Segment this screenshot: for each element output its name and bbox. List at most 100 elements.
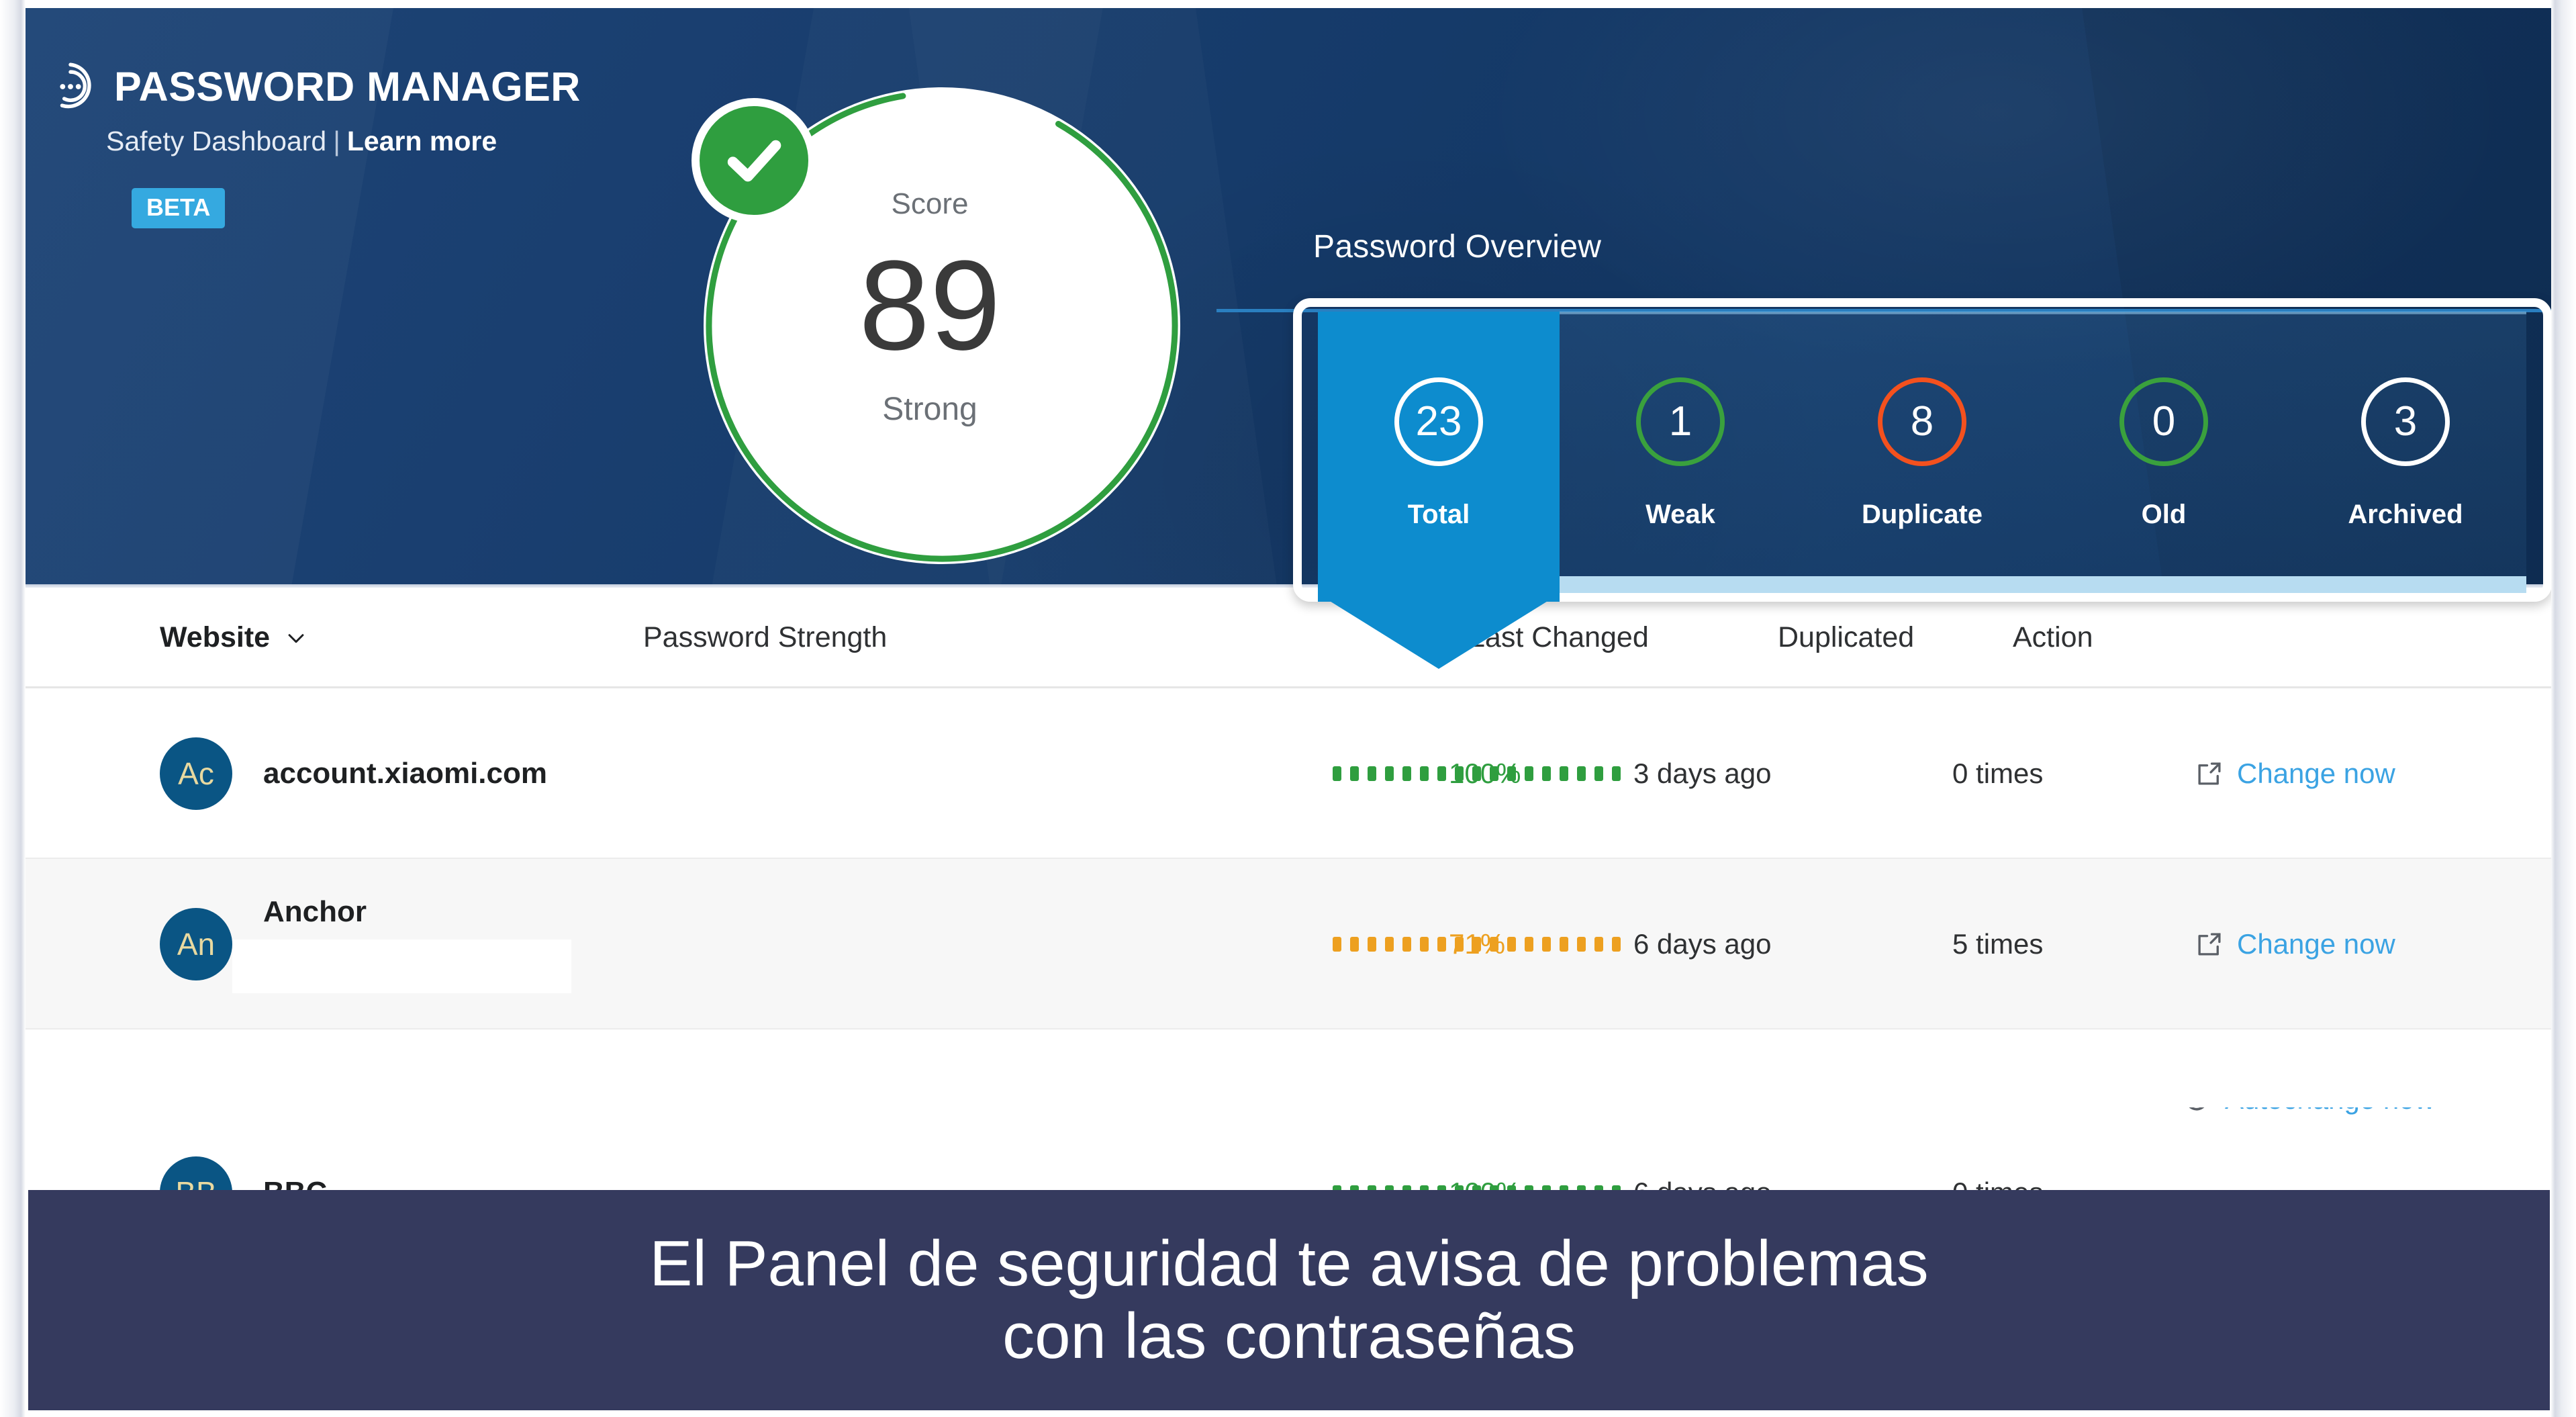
change-now-link[interactable]: Change now (2195, 928, 2395, 960)
site-name: account.xiaomi.com (263, 757, 548, 790)
password-dot (1560, 937, 1568, 952)
tab-duplicate-circle: 8 (1878, 377, 1966, 466)
brand: PASSWORD MANAGER (44, 60, 581, 113)
tab-weak-label: Weak (1645, 500, 1715, 529)
tab-total[interactable]: 23 Total (1318, 312, 1560, 594)
password-dot (1402, 937, 1411, 952)
table-row[interactable]: BB BBC 100% 6 days ago 0 times (26, 1107, 2551, 1190)
password-dot (1594, 766, 1603, 781)
screenshot-root: PASSWORD MANAGER Safety Dashboard | Learn … (0, 0, 2576, 1417)
password-dot (1525, 937, 1533, 952)
external-link-icon (2198, 933, 2221, 956)
row-website-cell: Ac account.xiaomi.com (26, 737, 643, 810)
site-block: BBC (232, 1176, 327, 1190)
duplicated-value: 0 times (1952, 758, 2044, 789)
password-dot (1350, 937, 1359, 952)
column-header-action: Action (2013, 621, 2093, 653)
avatar: An (160, 908, 232, 980)
password-dot (1542, 766, 1551, 781)
dashlane-dots-logo-icon (44, 60, 97, 113)
password-dot (1420, 1185, 1429, 1190)
password-dot (1560, 1185, 1568, 1190)
tab-weak-count: 1 (1668, 398, 1692, 445)
table-header-row: Website Password Strength Last Changed D… (26, 589, 2551, 688)
tab-weak-circle: 1 (1636, 377, 1725, 466)
password-dot (1577, 937, 1586, 952)
password-dot (1368, 937, 1376, 952)
password-dot (1612, 1185, 1621, 1190)
row-strength-cell (643, 925, 1621, 964)
change-now-label: Change now (2237, 758, 2395, 789)
safety-dashboard-label: Safety Dashboard (106, 126, 327, 156)
password-dot (1577, 1185, 1586, 1190)
tab-old[interactable]: 0 Old (2043, 312, 2285, 594)
autochange-now-link[interactable]: Autochange now (2182, 1107, 2435, 1115)
strength-percent: 100% (1449, 758, 1521, 789)
password-dot (1612, 937, 1621, 952)
password-dot (1420, 937, 1429, 952)
password-dot (1594, 937, 1603, 952)
password-overview-tabs: 23 Total 1 Weak 8 Duplicate 0 Old 3 Arch… (1318, 312, 2526, 594)
row-divider (26, 1028, 2551, 1030)
page-edge-left (0, 0, 26, 1417)
caption-line-2: con las contraseñas (1002, 1300, 1576, 1372)
password-dot (1437, 1185, 1446, 1190)
password-dot (1542, 1185, 1551, 1190)
password-dot (1333, 1185, 1341, 1190)
row-strength-cell (643, 1173, 1621, 1190)
password-dot (1577, 766, 1586, 781)
tab-total-count: 23 (1415, 398, 1462, 445)
tab-old-circle: 0 (2119, 377, 2208, 466)
caption-line-1: El Panel de seguridad te avisa de proble… (649, 1228, 1929, 1300)
tab-total-pointer (1318, 594, 1560, 669)
autochange-now-label: Autochange now (2225, 1107, 2435, 1115)
password-manager-app: PASSWORD MANAGER Safety Dashboard | Learn … (26, 8, 2551, 1190)
tab-total-label: Total (1407, 500, 1470, 529)
learn-more-link[interactable]: Learn more (347, 126, 497, 156)
safety-score-widget: Score 89 Strong (691, 75, 1188, 572)
duplicated-value: 0 times (1952, 1177, 2043, 1190)
table-row[interactable]: An Anchor 71% 6 days ago 5 times Change … (26, 859, 2551, 1030)
score-state: Strong (882, 392, 977, 427)
app-title: PASSWORD MANAGER (114, 63, 581, 109)
tab-weak[interactable]: 1 Weak (1560, 312, 1801, 594)
tab-duplicate[interactable]: 8 Duplicate (1801, 312, 2043, 594)
row-website-cell: An Anchor (26, 895, 643, 993)
password-dot (1437, 937, 1446, 952)
password-overview-title: Password Overview (1313, 229, 1602, 265)
password-dot (1385, 766, 1394, 781)
avatar: BB (160, 1156, 232, 1190)
password-dot (1368, 766, 1376, 781)
chevron-down-icon (288, 633, 304, 643)
tab-total-circle: 23 (1394, 377, 1483, 466)
change-now-link[interactable]: Change now (2195, 758, 2395, 790)
tab-old-count: 0 (2152, 398, 2176, 445)
last-changed-value: 3 days ago (1633, 758, 1772, 789)
tab-old-label: Old (2141, 500, 2187, 529)
row-strength-cell (643, 754, 1621, 793)
duplicated-value: 5 times (1952, 928, 2044, 960)
site-name: Anchor (263, 895, 367, 928)
column-header-website[interactable]: Website (26, 621, 643, 654)
external-link-icon (2198, 762, 2221, 785)
password-dot (1542, 937, 1551, 952)
password-dot (1612, 766, 1621, 781)
refresh-icon (2189, 1107, 2205, 1111)
password-dot (1385, 937, 1394, 952)
password-dot (1350, 1185, 1359, 1190)
password-dot (1420, 766, 1429, 781)
strength-percent: 100% (1449, 1177, 1521, 1190)
password-dot (1560, 766, 1568, 781)
score-value: 89 (859, 234, 1001, 377)
passwords-table: Website Password Strength Last Changed D… (26, 589, 2551, 1030)
table-row[interactable]: Ac account.xiaomi.com 100% 3 days ago 0 … (26, 688, 2551, 859)
password-dot (1507, 937, 1516, 952)
password-dot (1402, 1185, 1411, 1190)
password-dot (1594, 1185, 1603, 1190)
page-edge-right (2550, 0, 2576, 1417)
tab-archived-count: 3 (2393, 398, 2418, 445)
redaction-box (232, 940, 571, 993)
site-block: account.xiaomi.com (232, 757, 547, 790)
tab-archived[interactable]: 3 Archived (2285, 312, 2526, 594)
header-subtitle: Safety Dashboard | Learn more (106, 128, 497, 155)
